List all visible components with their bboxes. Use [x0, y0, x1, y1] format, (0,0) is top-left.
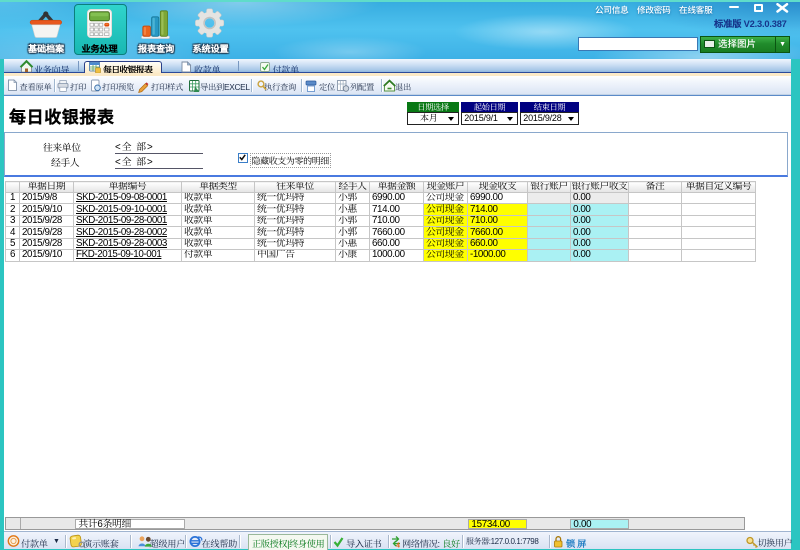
svg-text:4: 4 — [396, 543, 400, 550]
